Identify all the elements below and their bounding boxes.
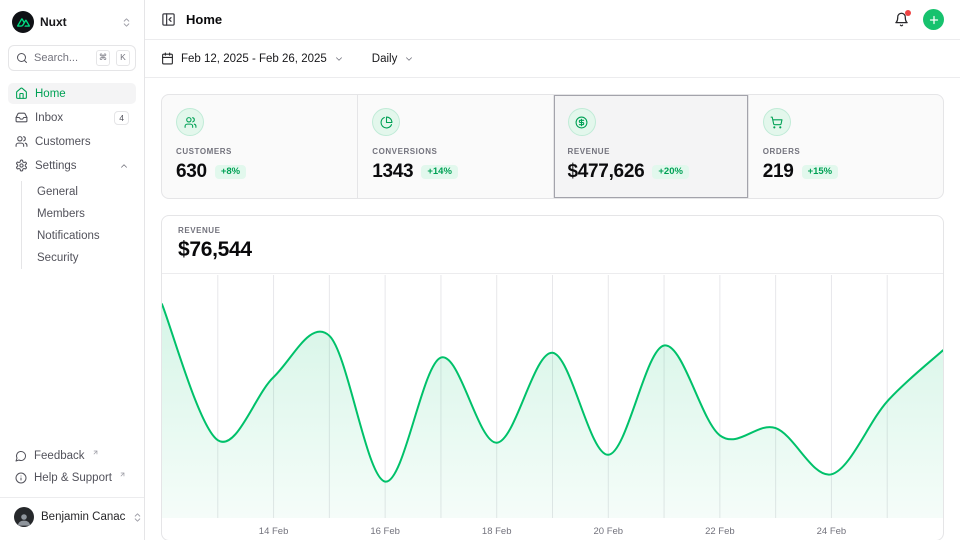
stat-label: Orders: [763, 147, 929, 156]
sidebar-nav: Home Inbox 4 Customers Settings: [8, 83, 136, 269]
stat-value: $477,626: [568, 161, 645, 183]
users-icon: [176, 108, 204, 136]
delta-badge: +15%: [802, 165, 839, 180]
topbar: Home: [145, 0, 960, 40]
stat-label: Customers: [176, 147, 343, 156]
calendar-icon: [161, 52, 174, 65]
sidebar-item-label: Inbox: [35, 112, 63, 124]
sidebar-item-general[interactable]: General: [33, 181, 136, 203]
info-circle-icon: [15, 472, 27, 484]
chart-label: Revenue: [178, 226, 927, 235]
stats-row: Customers 630 +8% Conversions 1343 +14%: [161, 94, 944, 199]
feedback-link[interactable]: Feedback: [8, 445, 136, 467]
chart-svg: 14 Feb 16 Feb 18 Feb 20 Feb 22 Feb 24 Feb: [162, 274, 943, 540]
delta-badge: +8%: [215, 165, 246, 180]
sub-item-label: Security: [37, 252, 79, 264]
notifications-button[interactable]: [894, 12, 909, 27]
add-button[interactable]: [923, 9, 944, 30]
external-link-icon: [119, 471, 126, 478]
workspace-name: Nuxt: [40, 15, 115, 29]
kbd-k: K: [116, 50, 130, 65]
sidebar-item-home[interactable]: Home: [8, 83, 136, 104]
sidebar-item-inbox[interactable]: Inbox 4: [8, 107, 136, 128]
search-field[interactable]: [34, 52, 90, 64]
footer-item-label: Feedback: [34, 450, 85, 462]
help-support-link[interactable]: Help & Support: [8, 467, 136, 489]
sidebar-item-label: Home: [35, 88, 66, 100]
stat-value: 1343: [372, 161, 413, 183]
stat-card-conversions[interactable]: Conversions 1343 +14%: [357, 95, 552, 198]
inbox-icon: [15, 111, 28, 124]
page-title: Home: [186, 12, 222, 27]
chevron-down-icon: [404, 54, 414, 64]
date-range-label: Feb 12, 2025 - Feb 26, 2025: [181, 53, 327, 65]
date-range-picker[interactable]: Feb 12, 2025 - Feb 26, 2025: [161, 52, 344, 65]
avatar: [14, 507, 34, 527]
chevron-down-icon: [334, 54, 344, 64]
sidebar-item-settings[interactable]: Settings: [8, 155, 136, 176]
sidebar-item-security[interactable]: Security: [33, 247, 136, 269]
footer-item-label: Help & Support: [34, 472, 112, 484]
sidebar-item-label: Customers: [35, 136, 91, 148]
nuxt-logo-icon: [12, 11, 34, 33]
filter-toolbar: Feb 12, 2025 - Feb 26, 2025 Daily: [145, 40, 960, 78]
stat-label: Revenue: [568, 147, 734, 156]
stat-card-revenue[interactable]: Revenue $477,626 +20%: [553, 95, 748, 198]
topbar-actions: [894, 9, 944, 30]
chevron-up-icon: [119, 161, 129, 171]
user-name: Benjamin Canac: [41, 511, 125, 523]
inbox-count-badge: 4: [114, 111, 129, 125]
delta-badge: +20%: [652, 165, 689, 180]
search-icon: [16, 52, 28, 64]
chart-value: $76,544: [178, 238, 927, 262]
sidebar: Nuxt ⌘ K Home Inb: [0, 0, 145, 540]
content: Customers 630 +8% Conversions 1343 +14%: [145, 78, 960, 540]
x-axis-tick-label: 16 Feb: [370, 526, 400, 537]
settings-sub-list: General Members Notifications Security: [21, 181, 136, 269]
sidebar-item-members[interactable]: Members: [33, 203, 136, 225]
user-menu[interactable]: Benjamin Canac: [8, 504, 136, 530]
revenue-area-chart[interactable]: 14 Feb 16 Feb 18 Feb 20 Feb 22 Feb 24 Feb: [162, 274, 943, 540]
sidebar-spacer: [8, 269, 136, 445]
sidebar-collapse-button[interactable]: [161, 12, 176, 27]
pie-chart-icon: [372, 108, 400, 136]
x-axis-tick-label: 18 Feb: [482, 526, 512, 537]
message-circle-icon: [15, 450, 27, 462]
x-axis-tick-label: 22 Feb: [705, 526, 735, 537]
x-axis-tick-label: 20 Feb: [593, 526, 623, 537]
sidebar-item-customers[interactable]: Customers: [8, 131, 136, 152]
users-icon: [15, 135, 28, 148]
granularity-label: Daily: [372, 53, 398, 65]
sidebar-item-label: Settings: [35, 160, 77, 172]
app-window: Nuxt ⌘ K Home Inb: [0, 0, 960, 540]
external-link-icon: [92, 449, 99, 456]
stat-value: 630: [176, 161, 207, 183]
stat-label: Conversions: [372, 147, 538, 156]
chart-header: Revenue $76,544: [162, 216, 943, 274]
delta-badge: +14%: [421, 165, 458, 180]
revenue-chart-card: Revenue $76,544 14 Feb 16 Feb 18 Feb 20 Feb…: [161, 215, 944, 540]
search-input[interactable]: ⌘ K: [8, 45, 136, 71]
x-axis-tick-label: 14 Feb: [259, 526, 289, 537]
notification-dot: [905, 10, 911, 16]
chevrons-up-down-icon: [132, 512, 143, 523]
workspace-switcher[interactable]: Nuxt: [8, 8, 136, 36]
sub-item-label: Members: [37, 208, 85, 220]
granularity-select[interactable]: Daily: [372, 53, 415, 65]
x-axis-tick-label: 24 Feb: [817, 526, 847, 537]
chevrons-up-down-icon: [121, 17, 132, 28]
home-icon: [15, 87, 28, 100]
user-section: Benjamin Canac: [0, 497, 144, 532]
shopping-cart-icon: [763, 108, 791, 136]
stat-card-orders[interactable]: Orders 219 +15%: [748, 95, 943, 198]
stat-card-customers[interactable]: Customers 630 +8%: [162, 95, 357, 198]
sidebar-item-notifications[interactable]: Notifications: [33, 225, 136, 247]
sub-item-label: General: [37, 186, 78, 198]
main-area: Home Feb 12, 2025 - Feb 26, 2025: [145, 0, 960, 540]
sub-item-label: Notifications: [37, 230, 100, 242]
dollar-circle-icon: [568, 108, 596, 136]
kbd-meta: ⌘: [96, 50, 110, 65]
stat-value: 219: [763, 161, 794, 183]
gear-icon: [15, 159, 28, 172]
